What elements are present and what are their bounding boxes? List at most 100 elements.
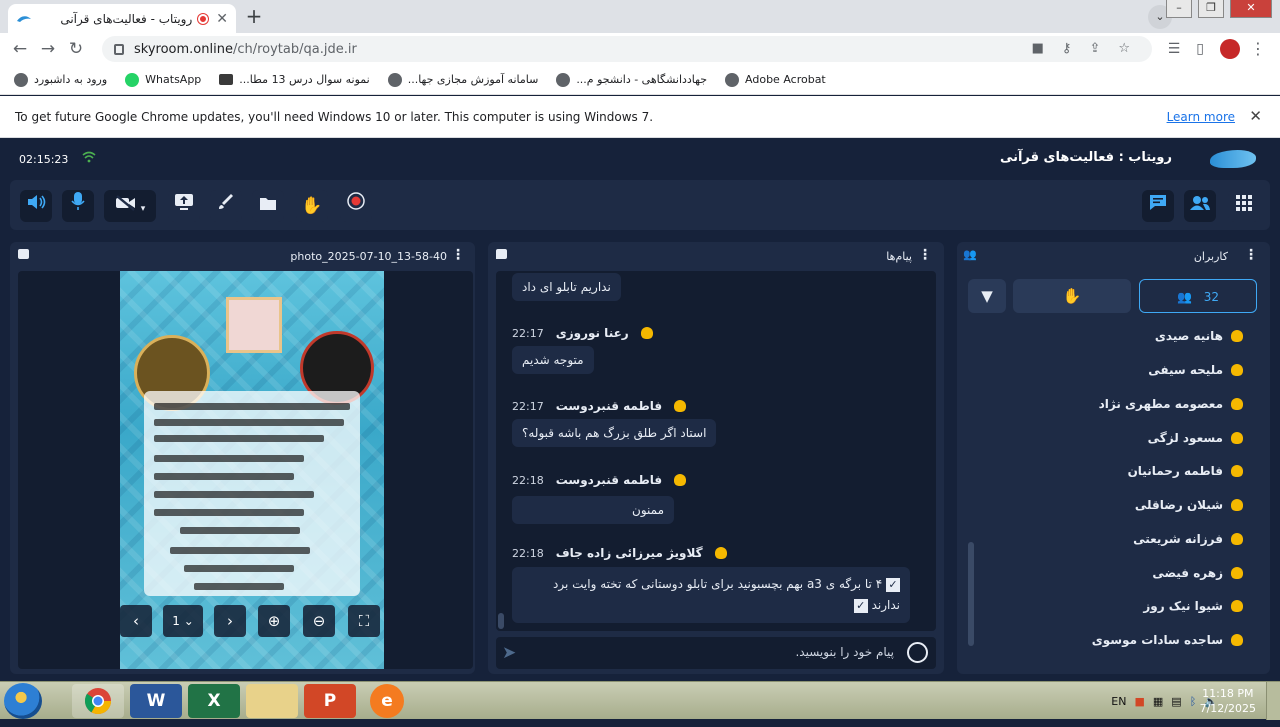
- start-button[interactable]: [4, 683, 42, 719]
- bluetooth-icon[interactable]: ᛒ: [1190, 695, 1197, 708]
- key-icon[interactable]: ⚷: [1062, 41, 1072, 56]
- emoji-icon[interactable]: [907, 642, 928, 663]
- users-scrollbar[interactable]: [968, 542, 974, 646]
- user-item[interactable]: ساجده سادات موسوی: [1092, 633, 1243, 647]
- close-window-button[interactable]: ✕: [1230, 0, 1272, 18]
- chat-input[interactable]: ➤ پیام خود را بنویسید.: [496, 637, 936, 669]
- poster-text: [154, 435, 324, 442]
- language-indicator[interactable]: EN: [1111, 695, 1126, 708]
- raise-hand-icon: ✋: [1062, 287, 1082, 305]
- whiteboard-brush-icon[interactable]: [210, 190, 242, 222]
- panel-menu-icon[interactable]: ⋮: [451, 247, 465, 263]
- user-item[interactable]: مسعود لزگی: [1148, 431, 1243, 445]
- record-icon[interactable]: [340, 190, 372, 222]
- side-panel-icon[interactable]: ▯: [1196, 41, 1204, 57]
- globe-icon: [387, 72, 402, 87]
- bookmark-item[interactable]: سامانه آموزش مجازی جها...: [387, 72, 538, 87]
- chat-message-meta: فاطمه قنبردوست 22:17: [512, 399, 687, 413]
- tray-app-icon[interactable]: ▤: [1171, 695, 1181, 708]
- user-item[interactable]: زهره فیضی: [1152, 566, 1243, 580]
- user-icon: [1231, 567, 1243, 579]
- chrome-taskbar-icon[interactable]: [72, 684, 124, 718]
- speaker-icon[interactable]: [20, 190, 52, 222]
- users-count-tab[interactable]: 👥 32: [1139, 279, 1257, 313]
- new-tab-button[interactable]: +: [242, 5, 266, 29]
- chat-toggle-icon[interactable]: [1142, 190, 1174, 222]
- sender-name: فاطمه قنبردوست: [555, 399, 663, 413]
- camera-off-icon[interactable]: ▾: [104, 190, 156, 222]
- excel-taskbar-icon[interactable]: X: [188, 684, 240, 718]
- zoom-out-icon[interactable]: ⊖: [303, 605, 335, 637]
- bookmark-label: Adobe Acrobat: [745, 73, 826, 86]
- chrome-menu-icon[interactable]: ⋮: [1250, 39, 1266, 58]
- user-item[interactable]: فاطمه رحمانیان: [1128, 464, 1243, 478]
- next-page-button[interactable]: ›: [214, 605, 246, 637]
- skyroom-taskbar-icon[interactable]: e: [370, 684, 404, 718]
- reload-icon[interactable]: ↻: [62, 39, 90, 59]
- powerpoint-taskbar-icon[interactable]: P: [304, 684, 356, 718]
- page-selector[interactable]: 1 ⌄: [163, 605, 203, 637]
- bookmark-item[interactable]: WhatsApp: [125, 72, 201, 87]
- apps-grid-icon[interactable]: [1228, 190, 1260, 222]
- shared-poster-image: [120, 271, 384, 669]
- profile-avatar[interactable]: [1220, 39, 1240, 59]
- raised-hands-tab[interactable]: ✋: [1013, 279, 1131, 313]
- user-item[interactable]: فرزانه شریعتی: [1133, 532, 1243, 546]
- poster-text: [154, 491, 314, 498]
- filter-button[interactable]: ▼: [968, 279, 1006, 313]
- user-icon: [1231, 364, 1243, 376]
- microphone-icon[interactable]: [62, 190, 94, 222]
- fullscreen-icon[interactable]: ⛶: [348, 605, 380, 637]
- poster-text: [154, 403, 350, 410]
- word-taskbar-icon[interactable]: W: [130, 684, 182, 718]
- restore-button[interactable]: ❐: [1198, 0, 1224, 18]
- share-screen-icon[interactable]: [168, 190, 200, 222]
- bookmark-star-icon[interactable]: ☆: [1118, 41, 1130, 56]
- user-item[interactable]: ملیحه سیفی: [1148, 363, 1243, 377]
- share-icon[interactable]: ⇪: [1089, 41, 1100, 56]
- explorer-taskbar-icon[interactable]: [246, 684, 298, 718]
- user-item[interactable]: شیلان رضاقلی: [1135, 498, 1243, 512]
- address-bar[interactable]: skyroom.online/ch/roytab/qa.jde.ir: [102, 36, 1152, 62]
- user-item[interactable]: هانیه صیدی: [1155, 329, 1243, 343]
- bookmark-item[interactable]: Adobe Acrobat: [725, 72, 826, 87]
- send-icon[interactable]: ➤: [502, 643, 516, 663]
- users-toggle-icon[interactable]: [1184, 190, 1216, 222]
- zoom-in-icon[interactable]: ⊕: [258, 605, 290, 637]
- panel-menu-icon[interactable]: ⋮: [918, 247, 932, 263]
- files-icon[interactable]: [252, 190, 284, 222]
- back-icon[interactable]: ←: [6, 39, 34, 59]
- bookmark-item[interactable]: ورود به داشبورد: [14, 72, 107, 87]
- tray-app-icon[interactable]: ■: [1134, 695, 1144, 708]
- close-icon[interactable]: ✕: [1249, 107, 1262, 125]
- chevron-down-icon[interactable]: ▾: [141, 204, 146, 214]
- reading-list-icon[interactable]: ☰: [1168, 41, 1181, 57]
- close-tab-icon[interactable]: ✕: [216, 11, 228, 27]
- users-list: هانیه صیدی ملیحه سیفی معصومه مطهری نژاد …: [965, 322, 1255, 672]
- raise-hand-icon[interactable]: ✋: [296, 190, 328, 222]
- show-desktop-button[interactable]: [1266, 682, 1280, 720]
- poster-text: [194, 583, 284, 590]
- user-item[interactable]: معصومه مطهری نژاد: [1099, 397, 1243, 411]
- panel-menu-icon[interactable]: ⋮: [1244, 247, 1258, 263]
- browser-tab[interactable]: رویتاب - فعالیت‌های قرآنی ✕: [8, 4, 236, 33]
- user-item[interactable]: شیوا نیک روز: [1143, 599, 1243, 613]
- minimize-button[interactable]: –: [1166, 0, 1192, 18]
- message-time: 22:18: [512, 546, 544, 560]
- window-controls: – ❐ ✕: [1166, 0, 1272, 18]
- camera-icon[interactable]: ■: [1032, 41, 1044, 56]
- forward-icon[interactable]: →: [34, 39, 62, 59]
- chat-title: پیام‌ها: [886, 250, 912, 263]
- globe-icon: [725, 72, 740, 87]
- taskbar-time: 11:18 PM: [1202, 687, 1254, 700]
- learn-more-link[interactable]: Learn more: [1167, 110, 1235, 124]
- tray-app-icon[interactable]: ▦: [1153, 695, 1163, 708]
- taskbar-date: 7/12/2025: [1199, 702, 1256, 715]
- chat-scrollbar[interactable]: [498, 613, 504, 629]
- bookmark-item[interactable]: جهاددانشگاهی - دانشجو م...: [556, 72, 707, 87]
- bookmark-item[interactable]: نمونه سوال درس 13 مطا...: [219, 73, 370, 86]
- globe-icon: [14, 72, 28, 87]
- users-icon: 👥: [963, 248, 977, 261]
- previous-page-button[interactable]: ‹: [120, 605, 152, 637]
- taskbar-clock[interactable]: 11:18 PM 7/12/2025: [1200, 686, 1256, 716]
